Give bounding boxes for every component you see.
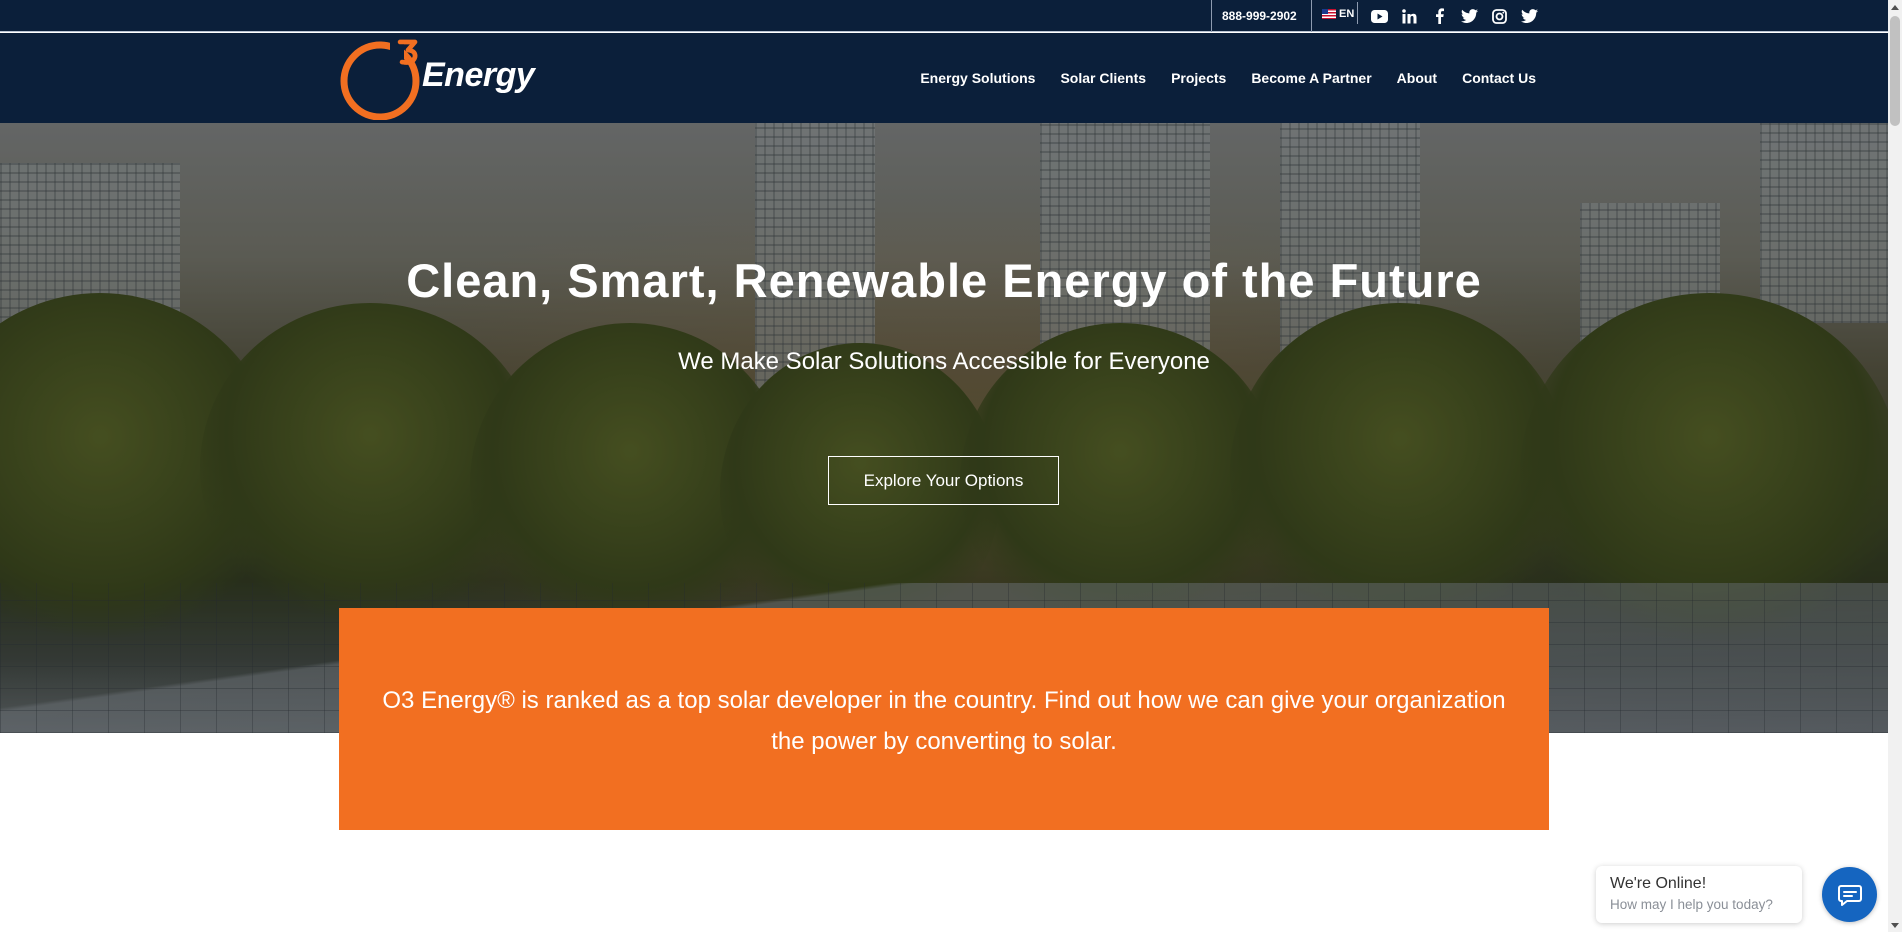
twitter-icon[interactable]	[1520, 7, 1539, 26]
ranking-banner: O3 Energy® is ranked as a top solar deve…	[339, 608, 1549, 830]
nav-solar-clients[interactable]: Solar Clients	[1060, 70, 1146, 86]
us-flag-icon	[1322, 9, 1336, 19]
explore-options-button[interactable]: Explore Your Options	[828, 456, 1059, 505]
page-scrollbar[interactable]	[1888, 0, 1902, 932]
main-header: Energy Energy Solutions Solar Clients Pr…	[0, 33, 1888, 123]
site-logo[interactable]: Energy	[340, 36, 540, 120]
divider	[1311, 0, 1312, 32]
instagram-icon[interactable]	[1490, 7, 1509, 26]
nav-contact-us[interactable]: Contact Us	[1462, 70, 1536, 86]
hero-title: Clean, Smart, Renewable Energy of the Fu…	[406, 254, 1482, 307]
chat-title: We're Online!	[1610, 875, 1707, 892]
logo-text: Energy	[422, 56, 535, 94]
twitter-icon[interactable]	[1460, 7, 1479, 26]
scroll-down-icon[interactable]	[1888, 918, 1902, 932]
top-utility-bar: 888-999-2902 EN	[0, 0, 1888, 32]
nav-projects[interactable]: Projects	[1171, 70, 1226, 86]
nav-become-a-partner[interactable]: Become A Partner	[1251, 70, 1371, 86]
language-selector[interactable]: EN	[1322, 4, 1354, 24]
divider	[1211, 0, 1212, 32]
social-links	[1370, 0, 1539, 32]
ranking-text: O3 Energy® is ranked as a top solar deve…	[382, 687, 1506, 755]
chat-greeting[interactable]: We're Online! How may I help you today?	[1596, 866, 1802, 923]
divider	[1357, 2, 1358, 24]
scroll-thumb[interactable]	[1890, 16, 1900, 126]
chat-subtitle: How may I help you today?	[1610, 897, 1773, 912]
language-label: EN	[1339, 8, 1355, 20]
hero-subtitle: We Make Solar Solutions Accessible for E…	[678, 348, 1210, 375]
youtube-icon[interactable]	[1370, 7, 1389, 26]
scroll-up-icon[interactable]	[1888, 0, 1902, 14]
chat-launcher-button[interactable]	[1822, 867, 1877, 922]
facebook-icon[interactable]	[1430, 7, 1449, 26]
phone-link[interactable]: 888-999-2902	[1222, 0, 1297, 32]
o3-logo-mark	[340, 39, 420, 120]
nav-energy-solutions[interactable]: Energy Solutions	[920, 70, 1035, 86]
nav-about[interactable]: About	[1397, 70, 1437, 86]
chat-icon	[1837, 884, 1862, 906]
main-nav: Energy Solutions Solar Clients Projects …	[920, 33, 1536, 123]
linkedin-icon[interactable]	[1400, 7, 1419, 26]
